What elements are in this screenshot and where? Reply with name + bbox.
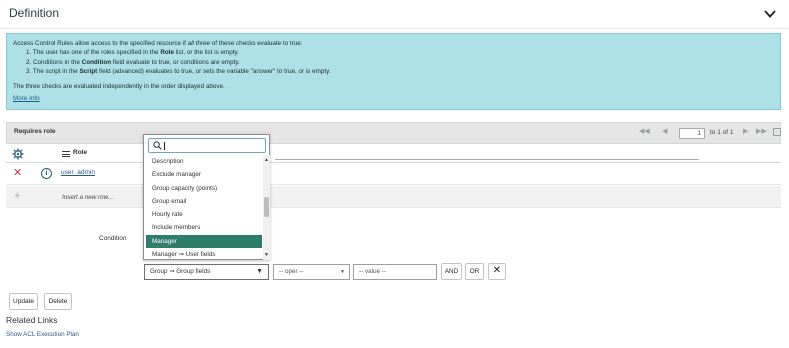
delete-row-icon[interactable]: ✕ — [13, 166, 22, 179]
requires-role-header: Requires role ◀◀ ◀ 1 to 1 of 1 ▶ ▶▶ − — [6, 122, 781, 144]
collapse-list-icon[interactable]: − — [773, 128, 781, 136]
role-column-label[interactable]: Role — [73, 149, 87, 156]
update-button[interactable]: Update — [9, 293, 38, 310]
dropdown-item[interactable]: Exclude manager — [144, 168, 263, 181]
page-input[interactable]: 1 — [679, 128, 705, 139]
column-menu-icon[interactable] — [62, 151, 70, 157]
dropdown-item[interactable]: Group capacity (points) — [144, 182, 263, 195]
role-value-link[interactable]: user_admin — [61, 169, 95, 176]
gear-icon[interactable] — [12, 148, 24, 160]
dropdown-item[interactable]: Hourly rate — [144, 208, 263, 221]
condition-field-value: Group ⇒ Group fields — [150, 268, 211, 275]
scroll-up-icon[interactable]: ▲ — [264, 157, 269, 163]
condition-field-select[interactable]: Group ⇒ Group fields ▼ — [144, 264, 269, 280]
condition-value-input[interactable]: -- value -- — [353, 264, 437, 280]
prev-page-icon[interactable]: ◀ — [662, 127, 667, 135]
dropdown-item[interactable]: Include members — [144, 221, 263, 234]
caret-down-icon: ▼ — [256, 268, 263, 275]
table-row: ✕ i user_admin — [6, 163, 781, 185]
field-dropdown: Description Exclude manager Group capacity… — [143, 134, 270, 260]
dropdown-item[interactable]: Manager — [146, 234, 262, 249]
info-item: 1. The user has one of the roles specifi… — [26, 49, 239, 57]
show-acl-execution-plan-link[interactable]: Show ACL Execution Plan — [6, 331, 79, 338]
insert-row-text[interactable]: Insert a new row... — [62, 194, 113, 201]
operator-placeholder: -- oper -- — [279, 268, 304, 275]
scroll-thumb[interactable] — [264, 197, 269, 217]
dropdown-list: Description Exclude manager Group capacity… — [144, 155, 263, 260]
first-page-icon[interactable]: ◀◀ — [639, 127, 650, 135]
section-header: Definition — [0, 0, 789, 29]
dropdown-item[interactable]: Group email — [144, 195, 263, 208]
and-button[interactable]: AND — [441, 263, 462, 280]
condition-label: Condition — [99, 235, 127, 242]
requires-role-label: Requires role — [14, 128, 56, 135]
close-icon: ✕ — [492, 265, 502, 276]
info-note: The three checks are evaluated independe… — [13, 83, 225, 91]
dropdown-item[interactable]: Manager ⇒ User fields — [144, 248, 263, 260]
insert-row[interactable]: + Insert a new row... — [6, 186, 781, 208]
info-item: 2. Conditions in the Condition field eva… — [26, 58, 240, 66]
role-column-header: Role — [6, 145, 781, 163]
acl-info-box: Access Control Rules allow access to the… — [6, 33, 781, 110]
related-links-title: Related Links — [6, 315, 58, 325]
info-icon[interactable]: i — [41, 168, 52, 179]
chevron-down-icon[interactable] — [762, 6, 778, 22]
caret-down-icon: ▼ — [340, 269, 345, 275]
dropdown-scrollbar[interactable]: ▲ ▼ — [263, 155, 270, 260]
last-page-icon[interactable]: ▶▶ — [756, 127, 767, 135]
delete-button[interactable]: Delete — [44, 293, 72, 310]
scroll-down-icon[interactable]: ▼ — [264, 252, 269, 258]
more-info-link[interactable]: More Info — [13, 94, 774, 103]
page-range-text: to 1 of 1 — [710, 129, 734, 136]
info-item: 3. The script in the Script field (advan… — [26, 67, 331, 75]
text-cursor — [164, 142, 165, 150]
search-icon — [153, 141, 162, 150]
condition-operator-select[interactable]: -- oper -- ▼ — [273, 264, 350, 280]
or-button[interactable]: OR — [465, 263, 484, 280]
next-page-icon[interactable]: ▶ — [743, 127, 748, 135]
dropdown-item[interactable]: Description — [144, 155, 263, 168]
info-intro: Access Control Rules allow access to the… — [13, 40, 303, 47]
value-placeholder: -- value -- — [359, 268, 386, 275]
section-title: Definition — [9, 6, 60, 20]
column-divider — [275, 159, 699, 160]
remove-condition-button[interactable]: ✕ — [488, 263, 506, 280]
dropdown-search-input[interactable] — [148, 138, 266, 153]
plus-icon: + — [14, 190, 21, 202]
